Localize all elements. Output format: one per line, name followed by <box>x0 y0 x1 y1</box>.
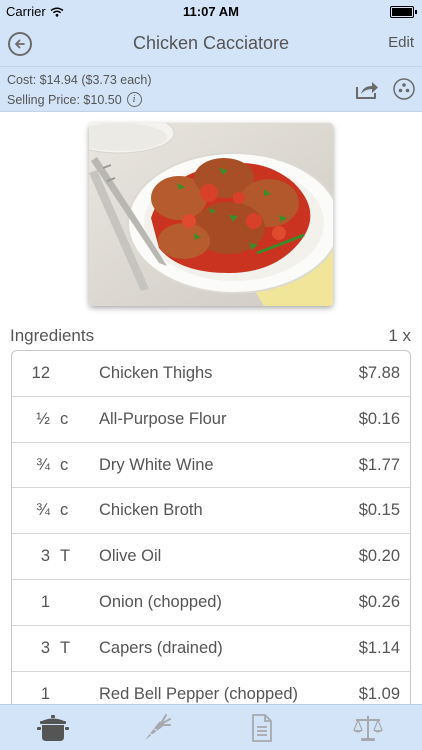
ingredient-unit: c <box>60 455 69 474</box>
ingredient-unit: c <box>60 409 69 428</box>
ingredient-unit: T <box>60 547 71 566</box>
ingredient-quantity: ¾ <box>36 455 50 474</box>
ingredient-name: All-Purpose Flour <box>99 409 227 428</box>
ingredient-name: Red Bell Pepper (chopped) <box>99 684 299 703</box>
ingredient-quantity: 12 <box>31 364 50 382</box>
ingredient-price: $0.16 <box>358 409 400 428</box>
ingredients-title: Ingredients <box>10 326 95 345</box>
page-title: Chicken Cacciatore <box>132 33 290 53</box>
ingredient-name: Chicken Thighs <box>99 364 213 382</box>
tab-bar <box>0 704 422 750</box>
pot-icon <box>37 715 69 741</box>
ingredient-quantity: 1 <box>40 684 50 703</box>
battery-icon <box>390 6 417 18</box>
info-icon[interactable]: i <box>126 92 142 107</box>
status-bar: Carrier 11:07 AM <box>0 0 422 22</box>
tab-costing[interactable] <box>348 711 388 745</box>
carrot-icon <box>145 714 171 740</box>
ingredient-name: Capers (drained) <box>99 638 223 657</box>
ingredient-price: $0.20 <box>358 547 400 566</box>
cost-summary: Cost: $14.94 ($3.73 each) Selling Price:… <box>0 66 422 112</box>
ingredient-price: $1.77 <box>358 455 400 474</box>
navigation-bar: Chicken Cacciatore Edit <box>0 22 422 66</box>
document-icon <box>252 714 272 742</box>
tab-ingredients[interactable] <box>137 711 177 745</box>
status-time: 11:07 AM <box>183 4 239 19</box>
ingredient-price: $0.15 <box>358 501 400 520</box>
ingredient-row[interactable]: 3 T Capers (drained) $1.14 <box>12 626 410 672</box>
ingredient-row[interactable]: ½ c All-Purpose Flour $0.16 <box>12 397 410 443</box>
recipe-photo[interactable] <box>89 123 333 306</box>
scales-icon <box>353 716 383 741</box>
tab-notes[interactable] <box>242 711 282 745</box>
ingredients-header: Ingredients 1 x <box>0 324 422 348</box>
more-options-icon[interactable] <box>393 78 415 100</box>
ingredient-row[interactable]: 12 Chicken Thighs $7.88 <box>12 351 410 397</box>
ingredient-row[interactable]: ¾ c Chicken Broth $0.15 <box>12 488 410 535</box>
tab-recipe[interactable] <box>33 711 73 745</box>
ingredient-name: Chicken Broth <box>99 501 203 520</box>
ingredient-unit: c <box>60 501 69 520</box>
edit-button[interactable]: Edit <box>388 34 414 51</box>
ingredient-name: Dry White Wine <box>99 455 214 474</box>
ingredient-quantity: ½ <box>36 409 50 428</box>
ingredient-quantity: 3 <box>40 547 50 566</box>
share-icon[interactable] <box>354 79 380 101</box>
ingredient-row[interactable]: ¾ c Dry White Wine $1.77 <box>12 443 410 489</box>
ingredient-quantity: 3 <box>40 638 50 657</box>
ingredient-quantity: 1 <box>40 592 50 611</box>
ingredient-unit: T <box>60 638 71 657</box>
ingredient-price: $7.88 <box>358 364 400 382</box>
ingredient-name: Onion (chopped) <box>99 592 222 611</box>
recipe-multiplier[interactable]: 1 x <box>388 326 411 346</box>
selling-price-text: Selling Price: $10.50 <box>7 92 122 107</box>
ingredient-price: $0.26 <box>358 592 400 611</box>
ingredients-list: 12 Chicken Thighs $7.88 ½ c All-Purpose … <box>11 350 411 710</box>
ingredient-row[interactable]: 1 Onion (chopped) $0.26 <box>12 580 410 626</box>
cost-text: Cost: $14.94 ($3.73 each) <box>7 73 152 87</box>
ingredient-price: $1.09 <box>358 684 400 703</box>
ingredient-row[interactable]: 3 T Olive Oil $0.20 <box>12 534 410 580</box>
ingredient-quantity: ¾ <box>36 501 50 520</box>
chicken-dish-image <box>89 123 333 306</box>
ingredient-name: Olive Oil <box>99 547 162 566</box>
ingredient-price: $1.14 <box>358 638 400 657</box>
selling-price-row: Selling Price: $10.50 i <box>7 92 142 107</box>
